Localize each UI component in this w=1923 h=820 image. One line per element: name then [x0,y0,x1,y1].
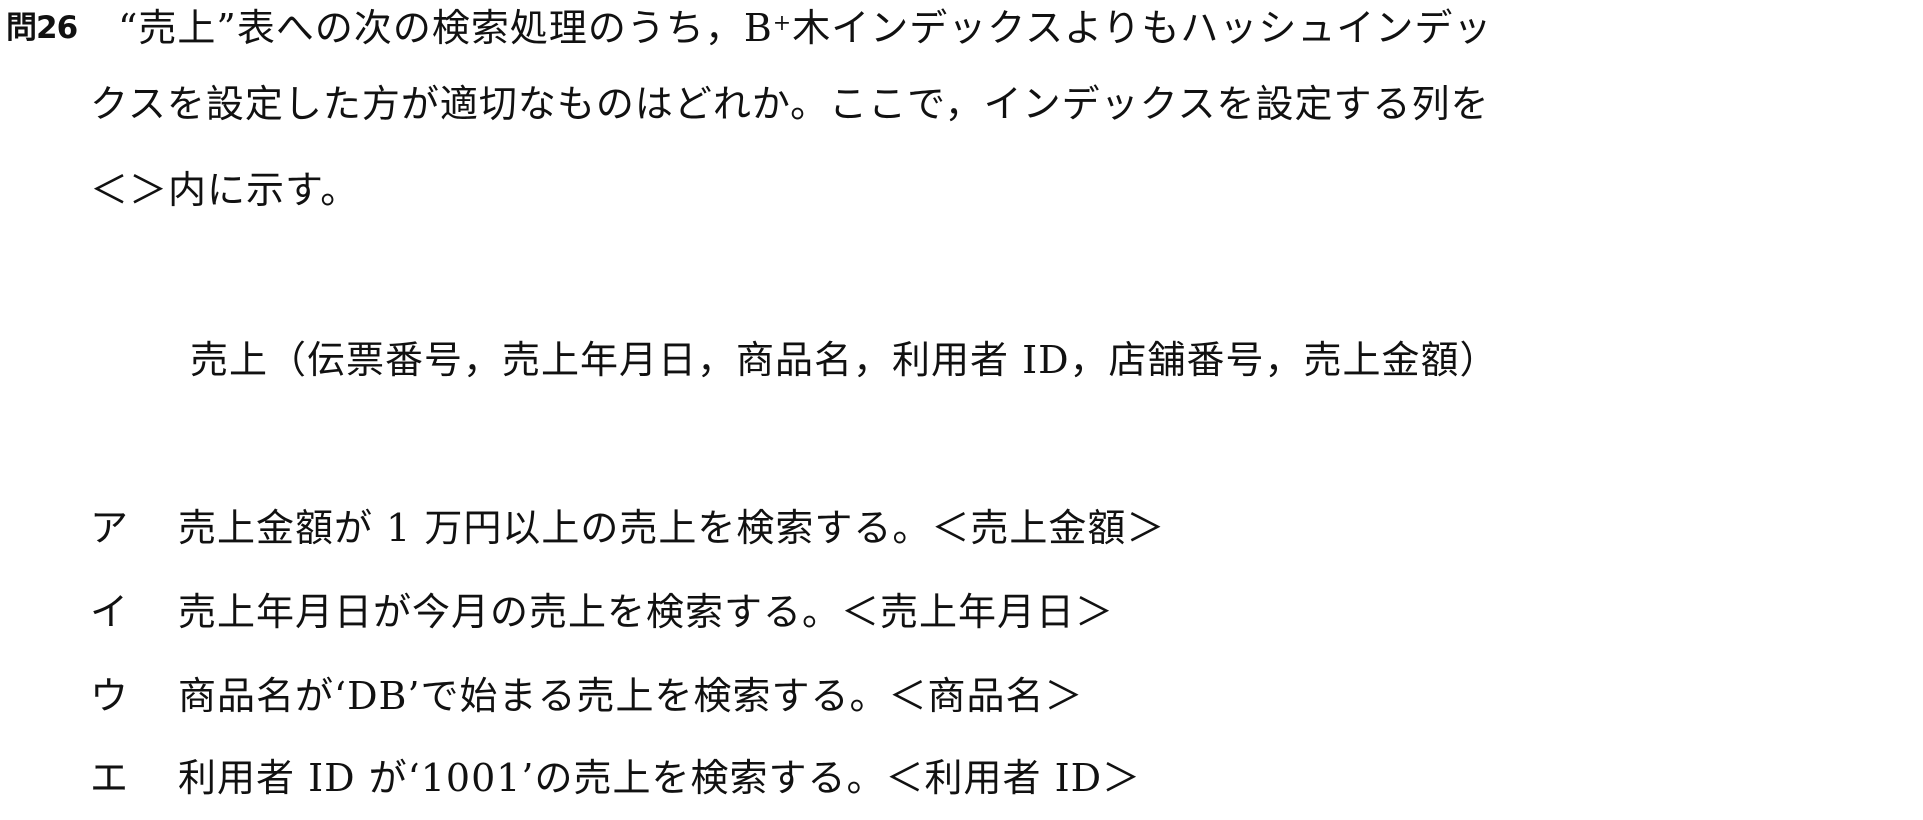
choice-i: イ 売上年月日が今月の売上を検索する。＜売上年月日＞ [90,590,1114,634]
choice-u: ウ 商品名が‘DB’で始まる売上を検索する。＜商品名＞ [90,674,1084,718]
question-number: 問26 [6,10,78,46]
question-stem-line-3: ＜＞内に示す。 [90,168,360,212]
stem-line1-post: 木インデックスよりもハッシュインデッ [792,6,1493,50]
exam-page: 問26 “売上”表への次の検索処理のうち，B+木インデックスよりもハッシュインデ… [0,0,1923,820]
choice-text: 利用者 ID が‘1001’の売上を検索する。＜利用者 ID＞ [178,756,1142,800]
choice-label: ウ [90,674,130,718]
question-stem-line-1: “売上”表への次の検索処理のうち，B+木インデックスよりもハッシュインデッ [118,6,1492,50]
choice-text: 商品名が‘DB’で始まる売上を検索する。＜商品名＞ [178,674,1084,718]
stem-line1-pre: “売上”表への次の検索処理のうち，B [118,6,773,50]
stem-superscript-plus: + [772,11,793,36]
choice-label: イ [90,590,130,634]
choice-label: エ [90,756,130,800]
choice-e: エ 利用者 ID が‘1001’の売上を検索する。＜利用者 ID＞ [90,756,1141,800]
table-schema: 売上（伝票番号，売上年月日，商品名，利用者 ID，店舗番号，売上金額） [190,338,1499,382]
choice-a: ア 売上金額が 1 万円以上の売上を検索する。＜売上金額＞ [90,506,1165,550]
choice-text: 売上金額が 1 万円以上の売上を検索する。＜売上金額＞ [178,506,1166,550]
choice-text: 売上年月日が今月の売上を検索する。＜売上年月日＞ [178,590,1115,634]
question-stem-line-2: クスを設定した方が適切なものはどれか。ここで，インデックスを設定する列を [90,82,1490,126]
choice-label: ア [90,506,130,550]
